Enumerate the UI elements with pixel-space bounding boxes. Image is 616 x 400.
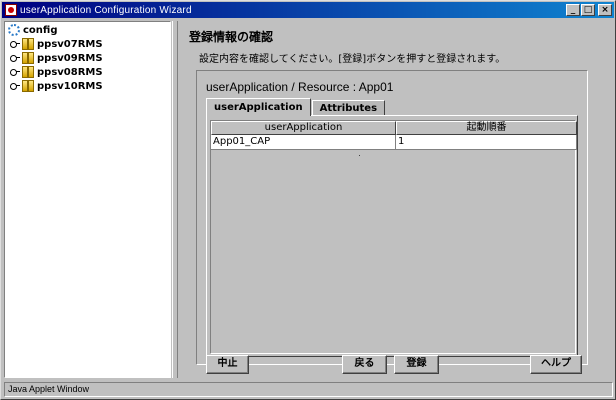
table-cell[interactable]: 1 bbox=[396, 135, 577, 150]
tab-userapplication[interactable]: userApplication bbox=[206, 98, 311, 116]
table-header: userApplication 起動順番 bbox=[211, 121, 577, 135]
tab-strip: userApplication Attributes bbox=[206, 98, 386, 116]
tree-item-ppsv10rms[interactable]: ppsv10RMS bbox=[10, 80, 103, 92]
app-icon bbox=[5, 4, 17, 16]
table-cell[interactable]: App01_CAP bbox=[211, 135, 396, 150]
tab-content: userApplication 起動順番 App01_CAP 1 bbox=[206, 115, 578, 357]
tree-item-label: ppsv07RMS bbox=[37, 38, 103, 50]
tree-item-ppsv07rms[interactable]: ppsv07RMS bbox=[10, 38, 103, 50]
help-button[interactable]: ヘルプ bbox=[530, 355, 582, 374]
instruction-text: 設定内容を確認してください。[登録]ボタンを押すと登録されます。 bbox=[199, 54, 506, 65]
tree-item-label: ppsv09RMS bbox=[37, 52, 103, 64]
status-bar: Java Applet Window bbox=[4, 382, 613, 397]
config-icon bbox=[8, 24, 20, 36]
expand-toggle-icon[interactable] bbox=[10, 82, 20, 90]
title-bar[interactable]: userApplication Configuration Wizard _ □… bbox=[2, 2, 614, 18]
back-button[interactable]: 戻る bbox=[342, 355, 387, 374]
page-title: 登録情報の確認 bbox=[189, 30, 274, 44]
tab-attributes[interactable]: Attributes bbox=[311, 100, 386, 116]
server-node-icon bbox=[22, 38, 34, 50]
maximize-button[interactable]: □ bbox=[581, 4, 595, 16]
column-header-start-order[interactable]: 起動順番 bbox=[396, 121, 577, 135]
table-row[interactable]: App01_CAP 1 bbox=[211, 135, 577, 150]
server-node-icon bbox=[22, 66, 34, 78]
register-button[interactable]: 登録 bbox=[394, 355, 439, 374]
tree-item-ppsv08rms[interactable]: ppsv08RMS bbox=[10, 66, 103, 78]
expand-toggle-icon[interactable] bbox=[10, 40, 20, 48]
tree-item-ppsv09rms[interactable]: ppsv09RMS bbox=[10, 52, 103, 64]
window-controls: _ □ × bbox=[565, 4, 612, 16]
server-node-icon bbox=[22, 52, 34, 64]
artifact-dot bbox=[359, 155, 360, 156]
app-window: userApplication Configuration Wizard _ □… bbox=[0, 0, 616, 400]
expand-toggle-icon[interactable] bbox=[10, 68, 20, 76]
window-title: userApplication Configuration Wizard bbox=[20, 4, 192, 16]
server-node-icon bbox=[22, 80, 34, 92]
column-header-userapplication[interactable]: userApplication bbox=[211, 121, 396, 135]
pane-splitter[interactable] bbox=[172, 21, 178, 378]
expand-toggle-icon[interactable] bbox=[10, 54, 20, 62]
tree-item-label: ppsv10RMS bbox=[37, 80, 103, 92]
resource-label: userApplication / Resource : App01 bbox=[206, 80, 394, 94]
close-button[interactable]: × bbox=[598, 4, 612, 16]
tree-item-label: ppsv08RMS bbox=[37, 66, 103, 78]
data-table: userApplication 起動順番 App01_CAP 1 bbox=[210, 120, 577, 354]
cancel-button[interactable]: 中止 bbox=[206, 355, 249, 374]
tree-root-label: config bbox=[23, 24, 58, 36]
main-panel: 登録情報の確認 設定内容を確認してください。[登録]ボタンを押すと登録されます。… bbox=[179, 19, 613, 379]
minimize-button[interactable]: _ bbox=[566, 4, 580, 16]
tree-pane: config ppsv07RMS ppsv09RMS ppsv08RMS pps… bbox=[4, 21, 171, 378]
tree-root-config[interactable]: config bbox=[8, 24, 58, 36]
confirmation-panel: userApplication / Resource : App01 userA… bbox=[196, 70, 588, 365]
